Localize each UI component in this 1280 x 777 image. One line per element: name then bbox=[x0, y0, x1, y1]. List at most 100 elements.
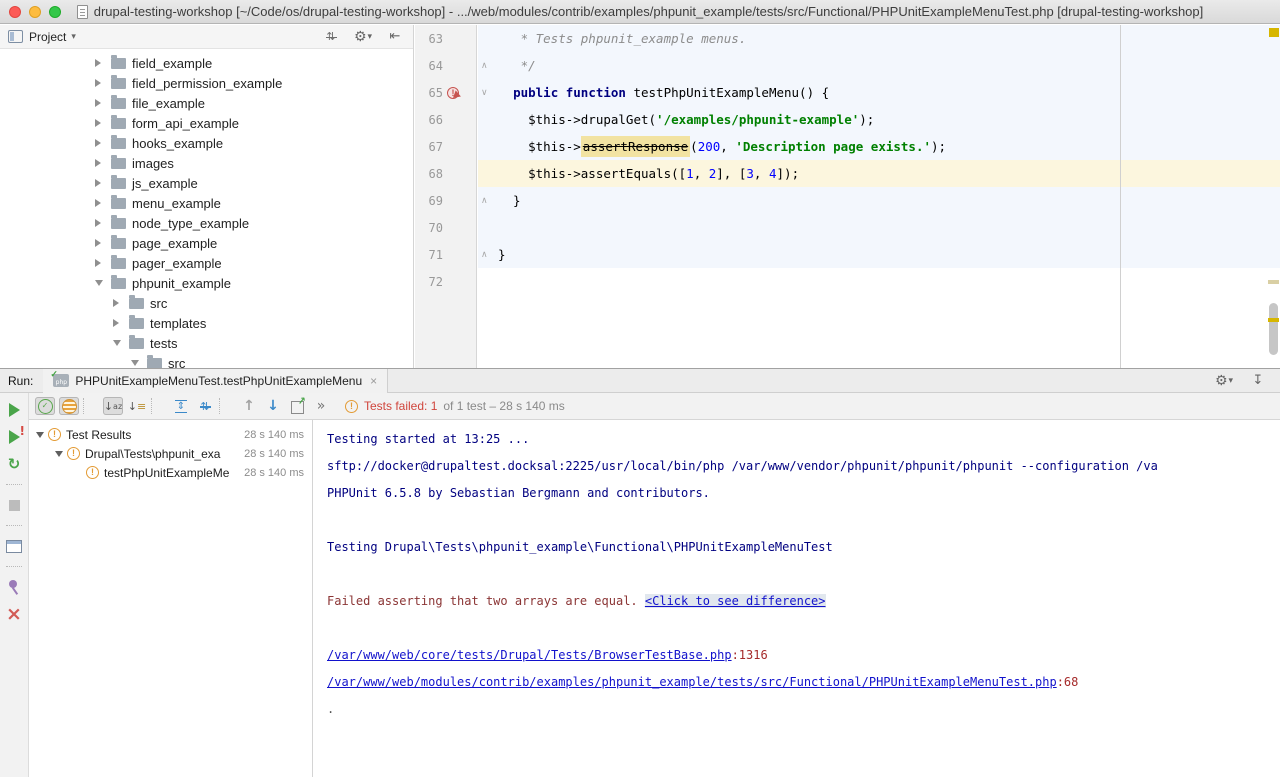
project-tree-item[interactable]: pager_example bbox=[0, 253, 413, 273]
code-line[interactable]: ∧ */ bbox=[478, 52, 1280, 79]
project-tree-item[interactable]: file_example bbox=[0, 93, 413, 113]
toggle-auto-test-icon[interactable] bbox=[4, 455, 24, 473]
project-tree-item[interactable]: src bbox=[0, 293, 413, 313]
stop-icon[interactable] bbox=[4, 496, 24, 514]
editor-code-area[interactable]: * Tests phpunit_example menus. ∧ */∨ publ… bbox=[478, 25, 1280, 368]
warning-mark-icon[interactable] bbox=[1268, 318, 1279, 322]
show-ignored-toggle[interactable] bbox=[59, 397, 79, 415]
project-tree-item[interactable]: tests bbox=[0, 333, 413, 353]
code-line[interactable] bbox=[478, 214, 1280, 241]
test-tree-row[interactable]: !Drupal\Tests\phpunit_exa28 s 140 ms bbox=[29, 444, 312, 463]
project-tree-item[interactable]: field_example bbox=[0, 53, 413, 73]
failed-test-icon[interactable]: ! bbox=[447, 87, 459, 99]
close-tab-icon[interactable]: × bbox=[370, 374, 377, 388]
close-icon[interactable] bbox=[4, 605, 24, 623]
chevron-down-icon[interactable] bbox=[95, 276, 107, 290]
window-titlebar: drupal-testing-workshop [~/Code/os/drupa… bbox=[0, 0, 1280, 24]
chevron-down-icon[interactable] bbox=[113, 336, 125, 350]
code-line[interactable]: $this->assertEquals([1, 2], [3, 4]); bbox=[478, 160, 1280, 187]
project-tree-item[interactable]: hooks_example bbox=[0, 133, 413, 153]
minimize-window-button[interactable] bbox=[29, 6, 41, 18]
chevron-down-icon[interactable] bbox=[55, 447, 67, 461]
code-line[interactable]: ∨ public function testPhpUnitExampleMenu… bbox=[478, 79, 1280, 106]
chevron-right-icon[interactable] bbox=[95, 119, 107, 127]
console-link[interactable]: /var/www/web/core/tests/Drupal/Tests/Bro… bbox=[327, 648, 732, 662]
pin-tab-icon[interactable] bbox=[4, 578, 24, 596]
collapse-all-icon[interactable] bbox=[321, 28, 341, 46]
chevron-right-icon[interactable] bbox=[95, 199, 107, 207]
sort-alphabetically-toggle[interactable] bbox=[103, 397, 123, 415]
hide-panel-icon[interactable] bbox=[385, 28, 405, 46]
project-panel-header[interactable]: Project ▾ bbox=[0, 25, 413, 49]
settings-gear-icon[interactable] bbox=[1214, 372, 1234, 390]
code-line-text: * Tests phpunit_example menus. bbox=[478, 31, 746, 46]
chevron-right-icon[interactable] bbox=[113, 319, 125, 327]
code-editor[interactable]: 636465!66676869707172 * Tests phpunit_ex… bbox=[415, 25, 1280, 368]
chevron-right-icon[interactable] bbox=[95, 159, 107, 167]
warning-stripe-icon[interactable] bbox=[1269, 28, 1279, 37]
code-line[interactable] bbox=[478, 268, 1280, 295]
expand-all-button[interactable] bbox=[171, 397, 191, 415]
more-options-chevron[interactable] bbox=[311, 397, 331, 415]
console-line: /var/www/web/core/tests/Drupal/Tests/Bro… bbox=[327, 642, 1280, 669]
project-tree-item[interactable]: templates bbox=[0, 313, 413, 333]
chevron-right-icon[interactable] bbox=[95, 99, 107, 107]
restore-layout-icon[interactable] bbox=[4, 537, 24, 555]
chevron-right-icon[interactable] bbox=[113, 299, 125, 307]
project-tree-item[interactable]: form_api_example bbox=[0, 113, 413, 133]
chevron-right-icon[interactable] bbox=[95, 59, 107, 67]
code-line[interactable]: $this->assertResponse(200, 'Description … bbox=[478, 133, 1280, 160]
project-tree-item[interactable]: node_type_example bbox=[0, 213, 413, 233]
chevron-right-icon[interactable] bbox=[95, 139, 107, 147]
fold-marker-icon[interactable]: ∧ bbox=[481, 250, 488, 260]
close-window-button[interactable] bbox=[9, 6, 21, 18]
chevron-down-icon[interactable] bbox=[131, 356, 143, 368]
collapse-all-button[interactable] bbox=[195, 397, 215, 415]
rerun-icon[interactable] bbox=[4, 401, 24, 419]
run-tab[interactable]: PHPUnitExampleMenuTest.testPhpUnitExampl… bbox=[43, 369, 388, 393]
chevron-right-icon[interactable] bbox=[95, 219, 107, 227]
fold-marker-icon[interactable]: ∨ bbox=[481, 88, 488, 98]
test-tree-row[interactable]: !Test Results28 s 140 ms bbox=[29, 425, 312, 444]
project-tree-item[interactable]: images bbox=[0, 153, 413, 173]
chevron-down-icon[interactable] bbox=[36, 428, 48, 442]
fold-marker-icon[interactable]: ∧ bbox=[481, 61, 488, 71]
fold-marker-icon[interactable]: ∧ bbox=[481, 196, 488, 206]
editor-scrollbar[interactable] bbox=[1266, 25, 1280, 368]
chevron-down-icon[interactable]: ▾ bbox=[71, 31, 76, 42]
right-margin-guide bbox=[1120, 25, 1121, 368]
folder-icon bbox=[129, 298, 144, 309]
chevron-right-icon[interactable] bbox=[95, 259, 107, 267]
chevron-right-icon[interactable] bbox=[95, 79, 107, 87]
console-link[interactable]: /var/www/web/modules/contrib/examples/ph… bbox=[327, 675, 1057, 689]
project-tree-item[interactable]: menu_example bbox=[0, 193, 413, 213]
show-passed-toggle[interactable] bbox=[35, 397, 55, 415]
project-tree-item[interactable]: field_permission_example bbox=[0, 73, 413, 93]
scrollbar-thumb[interactable] bbox=[1269, 303, 1278, 355]
previous-failed-test-button[interactable] bbox=[239, 397, 259, 415]
run-tabbar-icons bbox=[1214, 372, 1280, 390]
code-line[interactable]: ∧} bbox=[478, 241, 1280, 268]
code-line[interactable]: ∧ } bbox=[478, 187, 1280, 214]
project-tree-item[interactable]: page_example bbox=[0, 233, 413, 253]
warning-mark-icon[interactable] bbox=[1268, 280, 1279, 284]
test-console[interactable]: Testing started at 13:25 ...sftp://docke… bbox=[314, 420, 1280, 777]
project-tree-item[interactable]: phpunit_example bbox=[0, 273, 413, 293]
tree-item-label: tests bbox=[150, 336, 177, 351]
next-failed-test-button[interactable] bbox=[263, 397, 283, 415]
run-tool-window: Run: PHPUnitExampleMenuTest.testPhpUnitE… bbox=[0, 368, 1280, 777]
settings-gear-icon[interactable] bbox=[353, 28, 373, 46]
rerun-failed-icon[interactable] bbox=[4, 428, 24, 446]
project-tree-item[interactable]: src bbox=[0, 353, 413, 368]
zoom-window-button[interactable] bbox=[49, 6, 61, 18]
hide-panel-icon[interactable] bbox=[1248, 372, 1268, 390]
chevron-right-icon[interactable] bbox=[95, 179, 107, 187]
test-tree-row[interactable]: !testPhpUnitExampleMe28 s 140 ms bbox=[29, 463, 312, 482]
chevron-right-icon[interactable] bbox=[95, 239, 107, 247]
code-line[interactable]: * Tests phpunit_example menus. bbox=[478, 25, 1280, 52]
code-line[interactable]: $this->drupalGet('/examples/phpunit-exam… bbox=[478, 106, 1280, 133]
console-link[interactable]: <Click to see difference> bbox=[645, 594, 826, 608]
project-tree-item[interactable]: js_example bbox=[0, 173, 413, 193]
sort-by-duration-toggle[interactable] bbox=[127, 397, 147, 415]
export-test-results-button[interactable] bbox=[287, 397, 307, 415]
